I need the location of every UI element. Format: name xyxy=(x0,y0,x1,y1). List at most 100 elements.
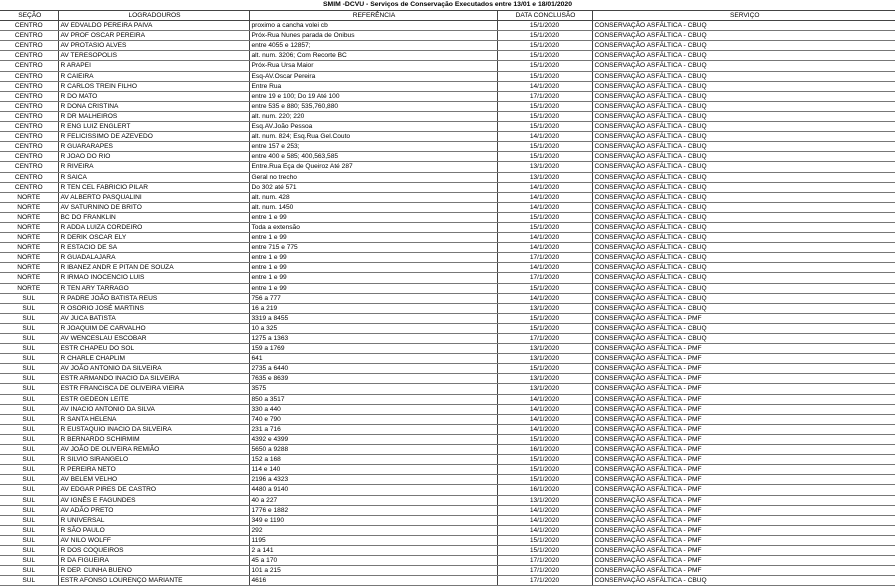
cell-data[interactable]: 15/1/2020 xyxy=(497,60,593,72)
cell-servico[interactable]: CONSERVAÇÃO ASFÁLTICA - CBUQ xyxy=(592,111,895,123)
cell-data[interactable]: 14/1/2020 xyxy=(497,293,593,304)
cell-referencia[interactable]: 740 e 790 xyxy=(249,414,498,425)
cell-data[interactable]: 15/1/2020 xyxy=(497,121,593,133)
cell-servico[interactable]: CONSERVAÇÃO ASFÁLTICA - CBUQ xyxy=(592,212,895,223)
cell-referencia[interactable]: 16 a 219 xyxy=(249,303,498,314)
cell-referencia[interactable]: 7635 e 8639 xyxy=(249,373,498,385)
cell-data[interactable]: 15/1/2020 xyxy=(497,434,593,446)
cell-data[interactable]: 15/1/2020 xyxy=(497,283,593,294)
cell-referencia[interactable]: 2 a 141 xyxy=(249,545,498,557)
cell-logradouro[interactable]: AV PROF OSCAR PEREIRA xyxy=(58,30,250,42)
cell-data[interactable]: 17/1/2020 xyxy=(497,565,593,577)
cell-secao[interactable]: SUL xyxy=(0,313,59,324)
cell-servico[interactable]: CONSERVAÇÃO ASFÁLTICA - CBUQ xyxy=(592,91,895,102)
cell-referencia[interactable]: 1275 a 1363 xyxy=(249,333,498,345)
cell-logradouro[interactable]: AV JOÃO DE OLIVEIRA REMIÃO xyxy=(58,444,250,456)
cell-servico[interactable]: CONSERVAÇÃO ASFÁLTICA - CBUQ xyxy=(592,81,895,92)
cell-referencia[interactable]: entre 715 e 775 xyxy=(249,242,498,254)
cell-referencia[interactable]: entre 400 e 585; 400,563,585 xyxy=(249,151,498,163)
cell-logradouro[interactable]: AV EDGAR PIRES DE CASTRO xyxy=(58,484,250,496)
cell-servico[interactable]: CONSERVAÇÃO ASFÁLTICA - PMF xyxy=(592,343,895,355)
cell-logradouro[interactable]: R GUARARAPES xyxy=(58,141,250,153)
cell-logradouro[interactable]: ESTR GEDEON LEITE xyxy=(58,394,250,405)
cell-secao[interactable]: CENTRO xyxy=(0,30,59,42)
cell-data[interactable]: 17/1/2020 xyxy=(497,333,593,345)
cell-logradouro[interactable]: R FELICISSIMO DE AZEVEDO xyxy=(58,131,250,143)
cell-logradouro[interactable]: R PADRE JOÃO BATISTA REUS xyxy=(58,293,250,304)
cell-data[interactable]: 15/1/2020 xyxy=(497,30,593,42)
cell-logradouro[interactable]: R CARLOS TREIN FILHO xyxy=(58,81,250,92)
cell-logradouro[interactable]: R ADDA LUIZA CORDEIRO xyxy=(58,222,250,234)
cell-servico[interactable]: CONSERVAÇÃO ASFÁLTICA - PMF xyxy=(592,515,895,526)
cell-secao[interactable]: NORTE xyxy=(0,242,59,254)
cell-logradouro[interactable]: R DERIK OSCAR ELY xyxy=(58,232,250,244)
cell-data[interactable]: 17/1/2020 xyxy=(497,252,593,264)
cell-servico[interactable]: CONSERVAÇÃO ASFÁLTICA - PMF xyxy=(592,454,895,466)
cell-referencia[interactable]: Esq.AV.João Pessoa xyxy=(249,121,498,133)
cell-servico[interactable]: CONSERVAÇÃO ASFÁLTICA - CBUQ xyxy=(592,222,895,234)
cell-referencia[interactable]: 4616 xyxy=(249,575,498,586)
cell-servico[interactable]: CONSERVAÇÃO ASFÁLTICA - PMF xyxy=(592,353,895,365)
cell-secao[interactable]: SUL xyxy=(0,343,59,355)
cell-referencia[interactable]: 349 e 1190 xyxy=(249,515,498,526)
cell-secao[interactable]: CENTRO xyxy=(0,91,59,102)
cell-servico[interactable]: CONSERVAÇÃO ASFÁLTICA - PMF xyxy=(592,444,895,456)
cell-secao[interactable]: SUL xyxy=(0,333,59,345)
cell-servico[interactable]: CONSERVAÇÃO ASFÁLTICA - PMF xyxy=(592,565,895,577)
cell-referencia[interactable]: 756 a 777 xyxy=(249,293,498,304)
cell-logradouro[interactable]: ESTR FRANCISCA DE OLIVEIRA VIEIRA xyxy=(58,383,250,395)
cell-referencia[interactable]: 3319 a 8455 xyxy=(249,313,498,324)
cell-logradouro[interactable]: R TEN CEL FABRICIO PILAR xyxy=(58,182,250,193)
cell-logradouro[interactable]: R PEREIRA NETO xyxy=(58,464,250,476)
cell-servico[interactable]: CONSERVAÇÃO ASFÁLTICA - PMF xyxy=(592,464,895,476)
cell-data[interactable]: 15/1/2020 xyxy=(497,323,593,335)
cell-data[interactable]: 17/1/2020 xyxy=(497,91,593,102)
cell-secao[interactable]: CENTRO xyxy=(0,141,59,153)
cell-referencia[interactable]: entre 535 e 880; 535,760,880 xyxy=(249,101,498,112)
cell-servico[interactable]: CONSERVAÇÃO ASFÁLTICA - CBUQ xyxy=(592,131,895,143)
cell-referencia[interactable]: 40 a 227 xyxy=(249,495,498,506)
cell-referencia[interactable]: alt. num. 1450 xyxy=(249,202,498,213)
cell-referencia[interactable]: Próx-Rua Ursa Maior xyxy=(249,60,498,72)
cell-data[interactable]: 15/1/2020 xyxy=(497,313,593,324)
cell-secao[interactable]: CENTRO xyxy=(0,182,59,193)
cell-data[interactable]: 15/1/2020 xyxy=(497,474,593,486)
cell-servico[interactable]: CONSERVAÇÃO ASFÁLTICA - PMF xyxy=(592,424,895,435)
cell-logradouro[interactable]: AV WENCESLAU ESCOBAR xyxy=(58,333,250,345)
cell-referencia[interactable]: entre 4055 e 12857; xyxy=(249,40,498,52)
cell-data[interactable]: 15/1/2020 xyxy=(497,363,593,375)
cell-servico[interactable]: CONSERVAÇÃO ASFÁLTICA - PMF xyxy=(592,373,895,385)
cell-logradouro[interactable]: R UNIVERSAL xyxy=(58,515,250,526)
cell-data[interactable]: 15/1/2020 xyxy=(497,535,593,546)
cell-secao[interactable]: SUL xyxy=(0,404,59,415)
cell-secao[interactable]: SUL xyxy=(0,474,59,486)
cell-secao[interactable]: CENTRO xyxy=(0,40,59,52)
cell-secao[interactable]: CENTRO xyxy=(0,121,59,133)
cell-data[interactable]: 15/1/2020 xyxy=(497,20,593,32)
cell-data[interactable]: 14/1/2020 xyxy=(497,262,593,274)
cell-secao[interactable]: SUL xyxy=(0,505,59,516)
cell-servico[interactable]: CONSERVAÇÃO ASFÁLTICA - CBUQ xyxy=(592,272,895,284)
cell-servico[interactable]: CONSERVAÇÃO ASFÁLTICA - CBUQ xyxy=(592,151,895,163)
cell-servico[interactable]: CONSERVAÇÃO ASFÁLTICA - CBUQ xyxy=(592,242,895,254)
cell-secao[interactable]: SUL xyxy=(0,535,59,546)
cell-servico[interactable]: CONSERVAÇÃO ASFÁLTICA - PMF xyxy=(592,545,895,557)
cell-secao[interactable]: NORTE xyxy=(0,192,59,203)
cell-referencia[interactable]: 4480 a 9140 xyxy=(249,484,498,496)
cell-servico[interactable]: CONSERVAÇÃO ASFÁLTICA - CBUQ xyxy=(592,161,895,173)
cell-secao[interactable]: SUL xyxy=(0,373,59,385)
cell-servico[interactable]: CONSERVAÇÃO ASFÁLTICA - CBUQ xyxy=(592,141,895,153)
cell-logradouro[interactable]: R GUADALAJARA xyxy=(58,252,250,264)
cell-secao[interactable]: CENTRO xyxy=(0,111,59,123)
cell-servico[interactable]: CONSERVAÇÃO ASFÁLTICA - PMF xyxy=(592,525,895,536)
cell-servico[interactable]: CONSERVAÇÃO ASFÁLTICA - PMF xyxy=(592,363,895,375)
cell-secao[interactable]: SUL xyxy=(0,293,59,304)
cell-logradouro[interactable]: R RIVEIRA xyxy=(58,161,250,173)
cell-referencia[interactable]: 152 a 168 xyxy=(249,454,498,466)
cell-data[interactable]: 14/1/2020 xyxy=(497,525,593,536)
cell-logradouro[interactable]: R EUSTAQUIO INACIO DA SILVEIRA xyxy=(58,424,250,435)
cell-referencia[interactable]: entre 1 e 99 xyxy=(249,252,498,264)
cell-logradouro[interactable]: R CAIEIRA xyxy=(58,71,250,82)
cell-data[interactable]: 13/1/2020 xyxy=(497,172,593,183)
cell-servico[interactable]: CONSERVAÇÃO ASFÁLTICA - PMF xyxy=(592,394,895,405)
